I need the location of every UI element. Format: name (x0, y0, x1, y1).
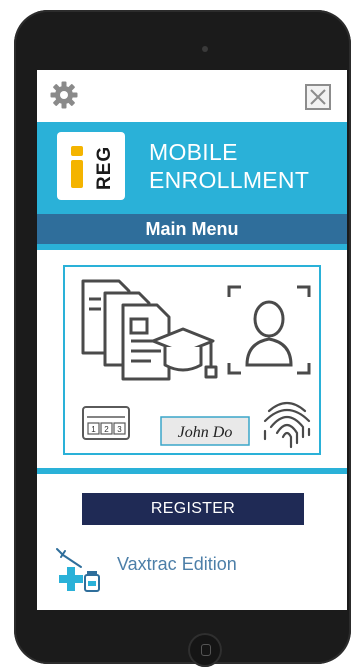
logo-text: REG (94, 145, 115, 191)
signature-text: John Do (178, 424, 233, 441)
keypad-digit-3: 3 (117, 425, 122, 434)
logo-i-bar (71, 160, 83, 188)
register-button[interactable]: REGISTER (82, 493, 304, 525)
gear-icon[interactable] (49, 80, 79, 110)
app-title-line-1: MOBILE (149, 139, 238, 165)
document-photo (129, 317, 149, 335)
app-title: MOBILE ENROLLMENT (149, 138, 339, 194)
ireg-logo: REG (57, 132, 125, 200)
keypad-digit-2: 2 (104, 425, 109, 434)
top-bar (37, 70, 347, 122)
keypad-digit-1: 1 (91, 425, 96, 434)
enrollment-features-panel: 1 2 3 John Do (63, 265, 321, 455)
app-banner: REG MOBILE ENROLLMENT (37, 122, 347, 214)
logo-i-dot (71, 146, 83, 156)
main-menu-header: Main Menu (37, 214, 347, 244)
divider-top (37, 244, 347, 250)
camera-dot (202, 46, 208, 52)
close-icon[interactable] (305, 84, 331, 110)
keypad-icon: 1 2 3 (82, 406, 130, 440)
features-illustration: 1 2 3 John Do (81, 279, 311, 449)
home-button[interactable] (188, 633, 222, 667)
face-scan-icon (227, 285, 311, 375)
edition-label: Vaxtrac Edition (117, 554, 237, 574)
app-screen: REG MOBILE ENROLLMENT Main Menu 1 2 3 Jo… (37, 70, 347, 610)
fingerprint-icon (263, 401, 311, 449)
signature-icon: John Do (160, 416, 250, 446)
document-icon (81, 279, 171, 381)
vaccine-icon (56, 548, 100, 592)
divider-bottom (37, 468, 347, 474)
app-title-line-2: ENROLLMENT (149, 167, 310, 193)
